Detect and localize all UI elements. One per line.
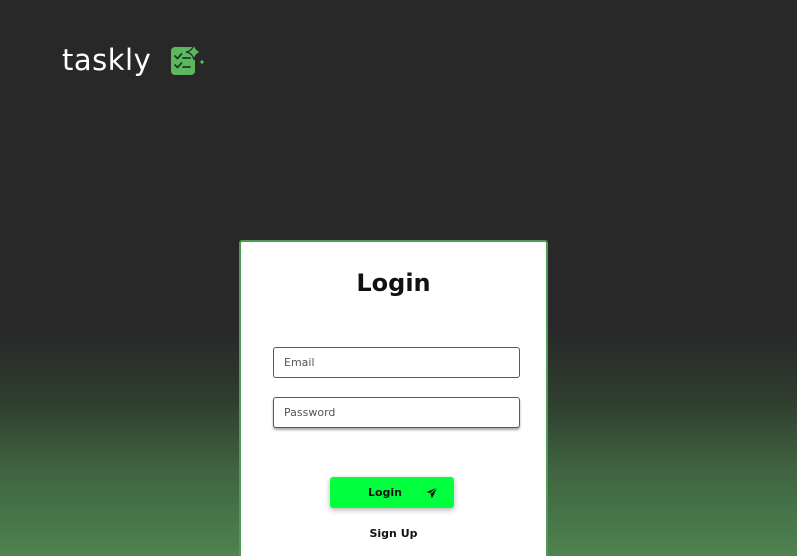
login-card: Login Login Sign Up bbox=[239, 240, 548, 556]
login-button[interactable]: Login bbox=[330, 477, 454, 508]
email-field[interactable] bbox=[273, 347, 520, 378]
login-title: Login bbox=[356, 269, 431, 297]
brand-name: taskly bbox=[62, 43, 152, 77]
brand-logo[interactable]: taskly bbox=[62, 40, 207, 80]
signup-link[interactable]: Sign Up bbox=[241, 527, 546, 540]
login-button-label: Login bbox=[367, 486, 403, 499]
tasklist-sparkle-icon bbox=[171, 43, 207, 75]
send-icon bbox=[426, 487, 438, 499]
password-field[interactable] bbox=[273, 397, 520, 428]
